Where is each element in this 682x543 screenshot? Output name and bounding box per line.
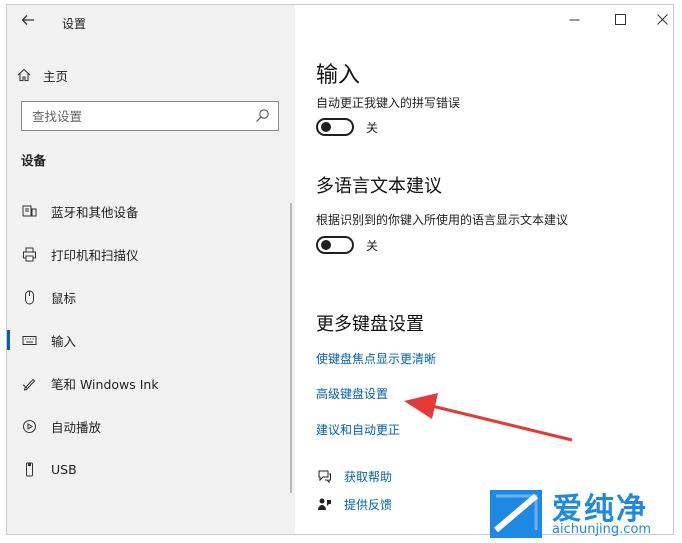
keyboard-icon xyxy=(21,332,37,348)
suggestions-autocorrect-link[interactable]: 建议和自动更正 xyxy=(316,421,400,438)
minimize-button[interactable] xyxy=(559,9,589,35)
watermark-logo: 爱纯净 aichunjing.com xyxy=(486,484,682,543)
arrow-left-icon xyxy=(21,15,34,25)
home-nav-item[interactable]: 主页 xyxy=(17,63,68,87)
feedback-label: 提供反馈 xyxy=(344,498,393,512)
search-input[interactable] xyxy=(22,102,252,130)
sidebar-scrollbar[interactable] xyxy=(290,203,292,493)
sidebar: 设置 主页 设备 蓝牙和其他设备 打印机和扫描仪 xyxy=(7,5,295,534)
search-icon[interactable] xyxy=(254,108,270,124)
mouse-icon xyxy=(21,289,37,305)
settings-window: 设置 主页 设备 蓝牙和其他设备 打印机和扫描仪 xyxy=(6,4,674,535)
maximize-icon xyxy=(614,14,626,25)
feedback-link[interactable]: 提供反馈 xyxy=(316,496,392,513)
multilingual-toggle[interactable] xyxy=(316,236,354,254)
sidebar-item-label: 笔和 Windows Ink xyxy=(51,376,159,392)
keyboard-focus-link[interactable]: 使键盘焦点显示更清晰 xyxy=(316,350,436,367)
more-keyboard-heading: 更多键盘设置 xyxy=(316,314,424,335)
sidebar-item-typing[interactable]: 输入 xyxy=(7,320,293,360)
toggle-knob xyxy=(321,240,331,250)
sidebar-item-autoplay[interactable]: 自动播放 xyxy=(7,406,293,446)
get-help-label: 获取帮助 xyxy=(344,470,393,484)
multilingual-description: 根据识别到的你键入所使用的语言显示文本建议 xyxy=(316,213,569,227)
multilingual-state: 关 xyxy=(366,238,379,253)
pen-icon xyxy=(21,375,37,391)
home-icon xyxy=(17,68,31,82)
sidebar-item-label: 打印机和扫描仪 xyxy=(51,247,139,263)
advanced-keyboard-link[interactable]: 高级键盘设置 xyxy=(316,385,388,402)
page-title: 输入 xyxy=(316,63,361,88)
feedback-icon xyxy=(316,497,332,513)
watermark-emblem-icon xyxy=(490,490,542,538)
close-icon xyxy=(656,14,668,25)
home-label: 主页 xyxy=(43,68,69,84)
back-button[interactable] xyxy=(13,11,43,35)
sidebar-item-printers[interactable]: 打印机和扫描仪 xyxy=(7,234,293,274)
sidebar-item-label: 输入 xyxy=(51,333,77,349)
minimize-icon xyxy=(569,19,579,21)
sidebar-item-label: 鼠标 xyxy=(51,290,77,306)
content-pane: 输入 自动更正我键入的拼写错误 关 多语言文本建议 根据识别到的你键入所使用的语… xyxy=(295,5,673,534)
sidebar-item-usb[interactable]: USB xyxy=(7,449,293,489)
sidebar-item-pen[interactable]: 笔和 Windows Ink xyxy=(7,363,293,403)
watermark-url: aichunjing.com xyxy=(552,522,652,537)
maximize-button[interactable] xyxy=(605,9,635,35)
sidebar-item-mouse[interactable]: 鼠标 xyxy=(7,277,293,317)
usb-icon xyxy=(21,461,37,477)
get-help-link[interactable]: 获取帮助 xyxy=(316,468,392,485)
section-title: 设备 xyxy=(21,153,47,168)
multilingual-toggle-row: 关 xyxy=(316,236,378,254)
sidebar-item-label: USB xyxy=(51,461,77,477)
sidebar-item-label: 蓝牙和其他设备 xyxy=(51,204,139,220)
autocorrect-label: 自动更正我键入的拼写错误 xyxy=(316,96,461,110)
multilingual-heading: 多语言文本建议 xyxy=(316,176,442,197)
sidebar-item-bluetooth[interactable]: 蓝牙和其他设备 xyxy=(7,191,293,231)
autocorrect-state: 关 xyxy=(366,120,379,135)
autoplay-icon xyxy=(21,418,37,434)
autocorrect-toggle-row: 关 xyxy=(316,118,378,136)
printer-icon xyxy=(21,246,37,262)
search-box[interactable] xyxy=(21,101,279,131)
window-title: 设置 xyxy=(62,17,87,31)
bluetooth-devices-icon xyxy=(21,203,37,219)
toggle-knob xyxy=(321,122,331,132)
help-chat-icon xyxy=(316,469,332,485)
close-button[interactable] xyxy=(647,9,673,35)
sidebar-item-label: 自动播放 xyxy=(51,419,102,435)
autocorrect-toggle[interactable] xyxy=(316,118,354,136)
